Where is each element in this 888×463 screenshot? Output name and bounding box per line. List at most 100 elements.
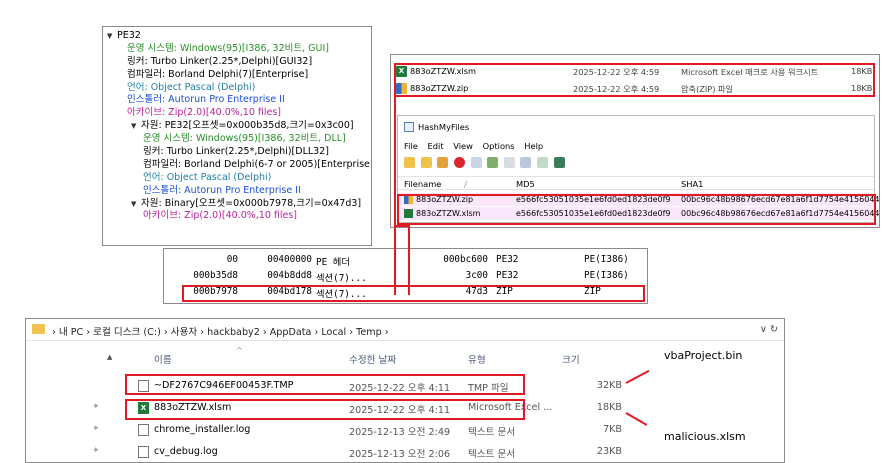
xlsm-file-highlight <box>125 399 525 420</box>
tree-node: 아카이브: Zip(2.0)[40.0%,10 files] <box>107 107 371 120</box>
connector-line <box>394 97 396 295</box>
connector-line <box>394 225 410 227</box>
column-type[interactable]: 유형 <box>468 352 486 366</box>
type-cell: PE32 <box>496 254 519 265</box>
file-size: 32KB <box>596 380 622 391</box>
type-cell: PE32 <box>496 270 519 281</box>
address-dropdown-refresh[interactable]: ∨ ↻ <box>760 324 778 335</box>
tree-node: 아카이브: Zip(2.0)[40.0%,10 files] <box>107 210 371 223</box>
address-cell: 00400000 <box>267 254 312 265</box>
pe-analysis-tree: ▼ PE32 운영 시스템: Windows(95)[I386, 32비트, GUI… <box>102 26 372 246</box>
tree-node: 링커: Turbo Linker(2.25*,Delphi)[GUI32] <box>107 56 371 69</box>
toolbar <box>404 157 568 171</box>
properties-icon[interactable] <box>487 157 499 168</box>
file-name: chrome_installer.log <box>154 424 251 435</box>
arch-cell: PE(I386) <box>584 270 629 281</box>
tree-node: 인스톨러: Autorun Pro Enterprise II <box>107 94 371 107</box>
zip-section-highlight <box>182 285 645 302</box>
connector-line <box>408 225 410 295</box>
pin-icon: ✦ <box>92 446 100 456</box>
file-size: 7KB <box>603 424 622 435</box>
text-file-icon <box>138 424 149 436</box>
menu-file[interactable]: File <box>404 141 418 151</box>
tree-node-label: 컴파일러: Borland Delphi(7)[Enterprise] <box>127 68 309 80</box>
breadcrumb[interactable]: › 내 PC › 로컬 디스크 (C:) › 사용자 › hackbaby2 ›… <box>52 324 389 338</box>
tree-node-label: 언어: Object Pascal (Delphi) <box>143 171 272 183</box>
file-size: 23KB <box>596 446 622 457</box>
column-md5[interactable]: MD5 <box>516 179 535 189</box>
arch-cell: PE(I386) <box>584 254 629 265</box>
offset-cell: 00 <box>226 254 238 265</box>
menu-options[interactable]: Options <box>483 141 515 151</box>
offset-cell: 000b35d8 <box>193 270 238 281</box>
add-files-icon[interactable] <box>437 157 449 168</box>
tree-node[interactable]: ▼ PE32 <box>107 30 371 43</box>
table-row[interactable]: 00 00400000 PE 헤더 000bc600 PE32 PE(I386) <box>164 253 647 268</box>
tree-node: 인스톨러: Autorun Pro Enterprise II <box>107 185 371 198</box>
malicious-annotation: malicious.xlsm <box>664 430 746 443</box>
tree-node-label: 언어: Object Pascal (Delphi) <box>127 81 256 93</box>
vbaproject-annotation: vbaProject.bin <box>664 349 743 362</box>
tree-node: 컴파일러: Borland Delphi(7)[Enterprise] <box>107 69 371 82</box>
tree-node[interactable]: ▼ 자원: PE32[오프셋=0x000b35d8,크기=0x3c00] <box>107 120 371 133</box>
hash-rows-highlight <box>397 194 876 225</box>
address-bar[interactable]: › 내 PC › 로컬 디스크 (C:) › 사용자 › hackbaby2 ›… <box>26 319 784 341</box>
tree-node: 운영 시스템: Windows(95)[I386, 32비트, GUI] <box>107 43 371 56</box>
tree-node-label: 자원: PE32[오프셋=0x000b35d8,크기=0x3c00] <box>141 120 354 132</box>
add-folder-icon[interactable] <box>420 157 432 168</box>
tree-node[interactable]: ▼ 자원: Binary[오프셋=0x000b7978,크기=0x47d3] <box>107 198 371 211</box>
expand-arrow-icon[interactable]: ▼ <box>131 120 141 133</box>
tree-node-label: 컴파일러: Borland Delphi(6-7 or 2005)[Enterp… <box>143 158 372 170</box>
expand-arrow-icon[interactable]: ▼ <box>107 30 117 43</box>
open-folder-icon[interactable] <box>404 157 415 168</box>
name-cell: PE 헤더 <box>316 257 350 268</box>
file-size: 18KB <box>596 402 622 413</box>
find-icon[interactable] <box>537 157 549 168</box>
column-name[interactable]: 이름 <box>154 352 172 366</box>
pin-icon: ✦ <box>92 402 100 412</box>
tree-node-label: 링커: Turbo Linker(2.25*,Delphi)[GUI32] <box>127 55 313 67</box>
tree-node-label: 링커: Turbo Linker(2.25*,Delphi)[DLL32] <box>143 146 329 158</box>
tree-node-label: PE32 <box>117 30 141 41</box>
tree-node: 언어: Object Pascal (Delphi) <box>107 172 371 185</box>
tree-node: 운영 시스템: Windows(95)[I386, 32비트, DLL] <box>107 133 371 146</box>
delete-icon[interactable] <box>453 157 465 168</box>
html-report-icon[interactable] <box>520 157 532 168</box>
folder-icon <box>32 324 45 334</box>
menu-view[interactable]: View <box>453 141 473 151</box>
list-item[interactable]: ✦ cv_debug.log 2025-12-13 오전 2:06 텍스트 문서… <box>26 443 784 461</box>
copy-icon[interactable] <box>503 157 515 168</box>
menu-edit[interactable]: Edit <box>428 141 444 151</box>
column-filename[interactable]: Filename / <box>404 179 467 189</box>
tmp-file-highlight <box>125 374 525 395</box>
exit-icon[interactable] <box>553 157 565 168</box>
tree-node-label: 인스톨러: Autorun Pro Enterprise II <box>143 184 301 196</box>
column-size[interactable]: 크기 <box>562 352 580 366</box>
menu-help[interactable]: Help <box>524 141 543 151</box>
tree-node-label: 아카이브: Zip(2.0)[40.0%,10 files] <box>143 210 298 222</box>
size-cell: 3c00 <box>465 270 488 281</box>
sort-chevron-icon: ^ <box>236 346 243 355</box>
dropped-files-highlight <box>394 63 875 97</box>
tree-node-label: 운영 시스템: Windows(95)[I386, 32비트, GUI] <box>127 42 329 54</box>
tree-node: 컴파일러: Borland Delphi(6-7 or 2005)[Enterp… <box>107 159 371 172</box>
window-title: HashMyFiles <box>404 122 469 134</box>
table-row[interactable]: 000b35d8 004b8dd8 섹션(7)... 3c00 PE32 PE(… <box>164 269 647 284</box>
tree-node-label: 운영 시스템: Windows(95)[I386, 32비트, DLL] <box>143 133 346 145</box>
tree-node-label: 인스톨러: Autorun Pro Enterprise II <box>127 94 285 106</box>
tree-node-label: 아카이브: Zip(2.0)[40.0%,10 files] <box>127 107 282 119</box>
name-cell: 섹션(7)... <box>316 273 367 284</box>
tree-node: 언어: Object Pascal (Delphi) <box>107 82 371 95</box>
tree-node: 링커: Turbo Linker(2.25*,Delphi)[DLL32] <box>107 146 371 159</box>
file-type: 텍스트 문서 <box>468 449 516 460</box>
column-date[interactable]: 수정한 날짜 <box>349 352 396 366</box>
hashmyfiles-app-icon <box>404 122 414 132</box>
file-name: cv_debug.log <box>154 446 218 457</box>
tree-node-label: 자원: Binary[오프셋=0x000b7978,크기=0x47d3] <box>141 197 362 209</box>
column-sha1[interactable]: SHA1 <box>681 179 703 189</box>
expand-arrow-icon[interactable]: ▼ <box>131 198 141 211</box>
save-icon[interactable] <box>470 157 482 168</box>
address-cell: 004b8dd8 <box>267 270 312 281</box>
text-file-icon <box>138 446 149 458</box>
size-cell: 000bc600 <box>443 254 488 265</box>
